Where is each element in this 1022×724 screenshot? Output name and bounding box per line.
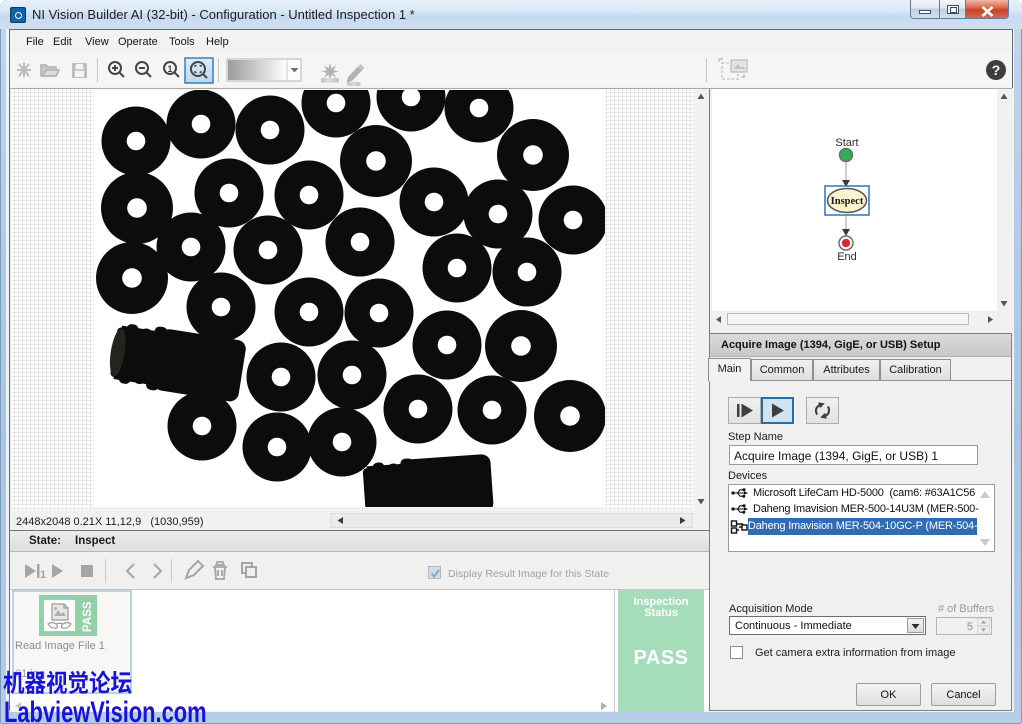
svg-text:1: 1: [40, 569, 46, 581]
svg-text:1: 1: [167, 64, 172, 74]
svg-text:?: ?: [992, 62, 1001, 78]
svg-text:End: End: [837, 251, 857, 263]
svg-text:Inspect: Inspect: [831, 196, 864, 207]
svg-text:Start: Start: [835, 137, 858, 149]
svg-text:PASS: PASS: [82, 601, 94, 632]
